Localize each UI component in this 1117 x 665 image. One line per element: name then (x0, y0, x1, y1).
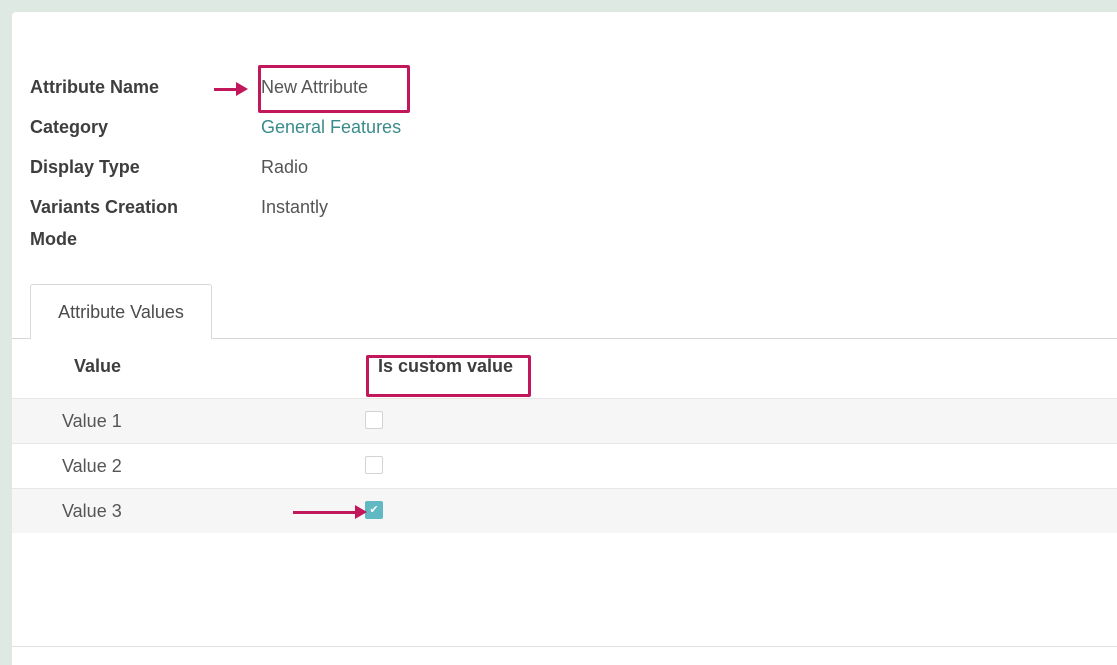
table-row[interactable]: Value 2 (12, 443, 1117, 488)
column-header-value[interactable]: Value (74, 346, 121, 386)
field-label-category: Category (30, 117, 109, 137)
row-value: Value 1 (62, 411, 122, 431)
table-row[interactable]: Value 3 ✔ (12, 488, 1117, 533)
row-value: Value 3 (62, 501, 122, 521)
category-link[interactable]: General Features (261, 111, 401, 143)
table-row[interactable]: Value 1 (12, 398, 1117, 443)
annotation-arrow-attribute-name (214, 82, 248, 96)
tab-label: Attribute Values (58, 301, 184, 322)
is-custom-checkbox[interactable] (365, 456, 383, 474)
variants-creation-mode-value[interactable]: Instantly (261, 191, 328, 223)
field-label-attribute-name: Attribute Name (30, 77, 160, 97)
field-label-variants-creation-mode: Variants Creation Mode (30, 191, 178, 255)
tab-attribute-values[interactable]: Attribute Values (30, 284, 212, 339)
footer-divider (12, 646, 1117, 647)
field-label-line2: Mode (30, 229, 77, 249)
field-label-line1: Variants Creation (30, 197, 179, 217)
display-type-value[interactable]: Radio (261, 151, 308, 183)
is-custom-checkbox[interactable]: ✔ (365, 501, 383, 519)
is-custom-checkbox[interactable] (365, 411, 383, 429)
column-header-is-custom-value[interactable]: Is custom value (378, 346, 513, 386)
row-value: Value 2 (62, 456, 122, 476)
field-label-display-type: Display Type (30, 157, 140, 177)
attribute-name-value[interactable]: New Attribute (261, 71, 368, 103)
check-icon: ✔ (369, 504, 379, 516)
annotation-arrow-checked-value (293, 505, 367, 519)
